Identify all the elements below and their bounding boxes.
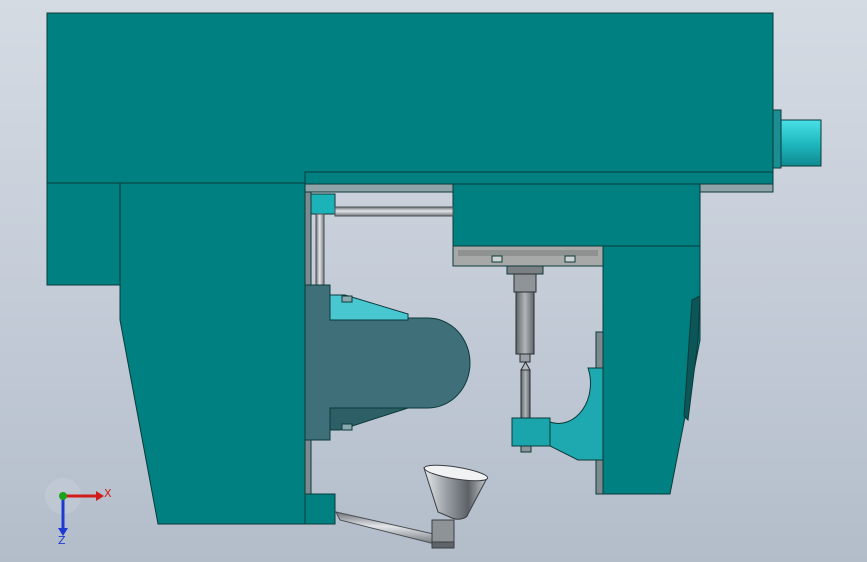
left-block[interactable] bbox=[46, 182, 121, 286]
right-support[interactable] bbox=[595, 245, 701, 495]
triad-z-label: Z bbox=[58, 534, 66, 547]
model-view[interactable]: X Z bbox=[0, 0, 867, 562]
hand-lever[interactable] bbox=[335, 462, 489, 549]
drive-cylinder[interactable] bbox=[772, 109, 822, 169]
column-lower-lip[interactable] bbox=[304, 493, 336, 525]
triad-x-label: X bbox=[104, 487, 112, 500]
orientation-triad: X Z bbox=[45, 478, 112, 547]
spindle-shaft[interactable] bbox=[513, 273, 537, 419]
upper-guide[interactable] bbox=[310, 193, 454, 289]
column[interactable] bbox=[119, 182, 336, 525]
workpiece-fixture[interactable] bbox=[304, 284, 471, 441]
cad-viewport[interactable]: X Z bbox=[0, 0, 867, 562]
top-beam[interactable] bbox=[46, 12, 774, 184]
